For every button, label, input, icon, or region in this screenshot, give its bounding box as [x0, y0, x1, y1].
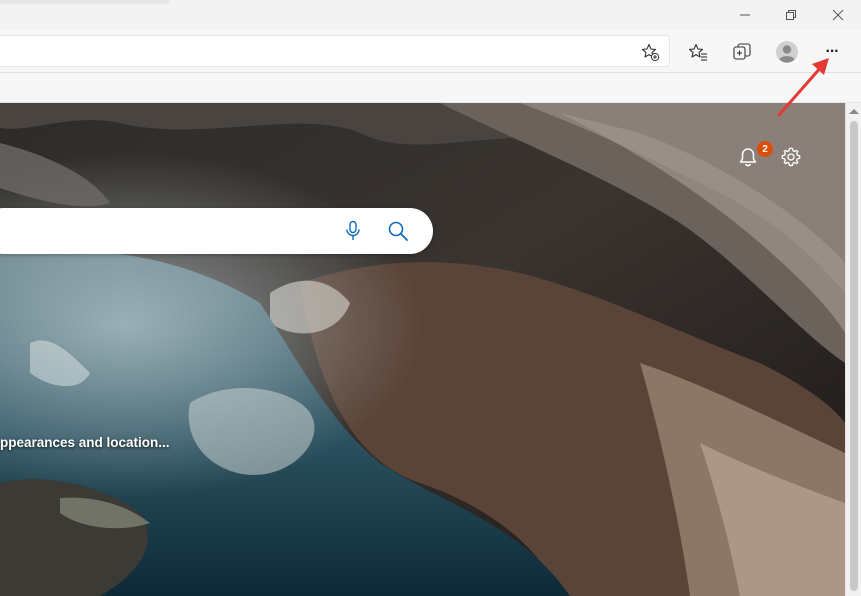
scroll-up-icon[interactable] — [849, 109, 859, 114]
settings-and-more-button[interactable]: ··· — [817, 37, 847, 67]
restore-icon — [786, 10, 796, 20]
profile-icon — [776, 41, 798, 63]
bell-icon — [739, 148, 757, 167]
new-tab-page: 2 ppearances and location... — [0, 103, 845, 596]
favorites-bar — [0, 73, 861, 103]
background-image — [0, 103, 845, 596]
voice-search-button[interactable] — [338, 216, 368, 246]
profile-button[interactable] — [772, 37, 802, 67]
close-button[interactable] — [815, 0, 861, 30]
close-icon — [832, 9, 844, 21]
page-settings-button[interactable] — [778, 144, 804, 170]
minimize-button[interactable] — [722, 0, 768, 30]
microphone-icon — [346, 220, 360, 240]
favorites-button[interactable] — [683, 37, 713, 67]
minimize-icon — [740, 14, 750, 16]
favorites-icon — [688, 43, 707, 61]
image-caption[interactable]: ppearances and location... — [0, 435, 170, 450]
add-favorite-button[interactable] — [635, 37, 665, 67]
address-bar[interactable] — [0, 35, 670, 67]
page-scrollbar[interactable] — [845, 103, 861, 596]
favorite-add-icon — [641, 43, 660, 62]
more-icon: ··· — [825, 43, 840, 60]
gear-icon — [781, 147, 801, 167]
search-button[interactable] — [383, 216, 413, 246]
tab-strip[interactable] — [0, 0, 170, 4]
title-bar — [0, 0, 861, 30]
restore-button[interactable] — [768, 0, 814, 30]
search-icon — [388, 221, 408, 241]
scrollbar-thumb[interactable] — [850, 121, 858, 591]
collections-icon — [733, 43, 751, 60]
notification-badge: 2 — [757, 141, 773, 157]
collections-button[interactable] — [727, 37, 757, 67]
web-search-box[interactable] — [0, 208, 433, 254]
